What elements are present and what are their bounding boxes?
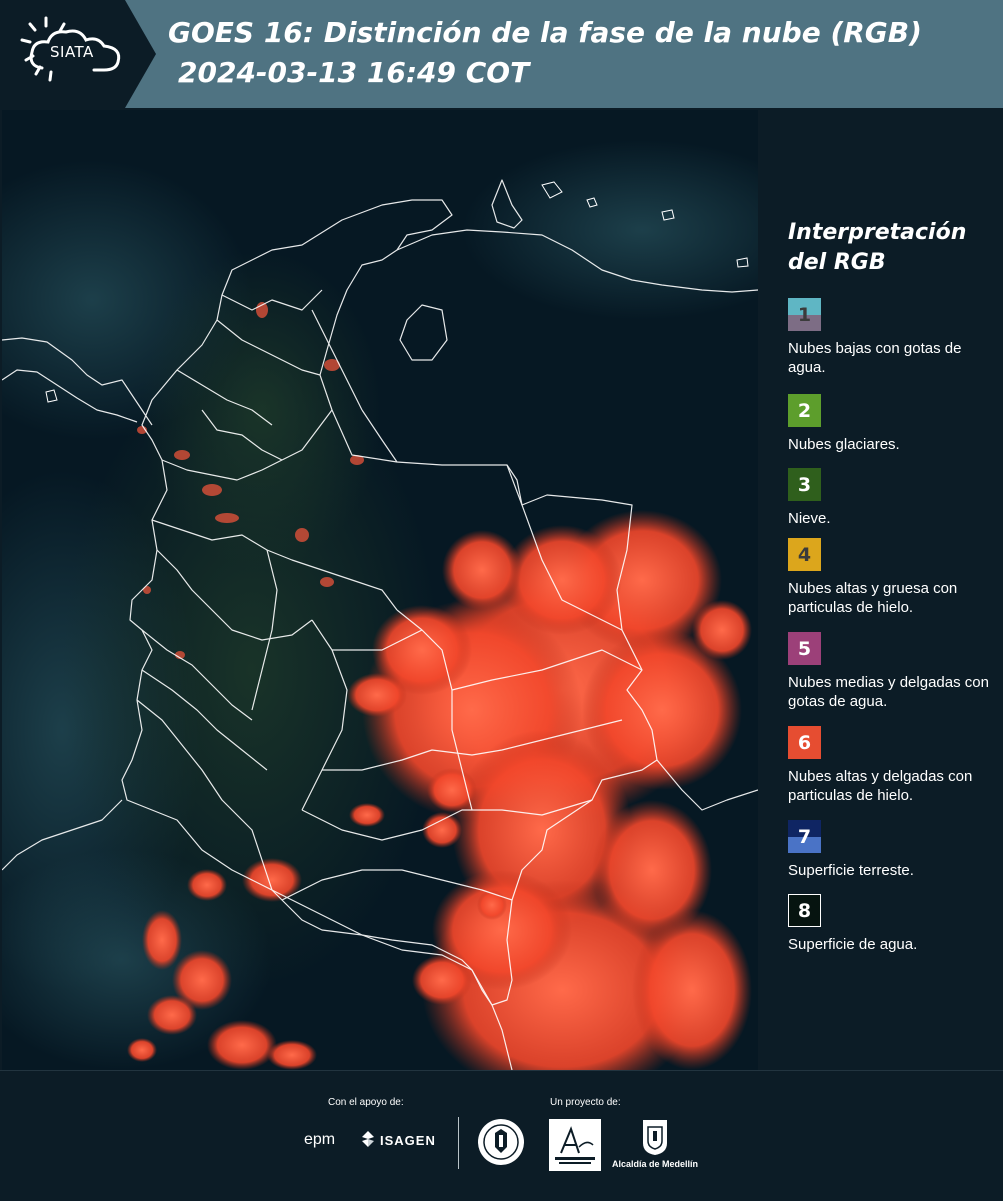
legend-label-1: Nubes bajas con gotas de agua. (788, 340, 962, 376)
legend-number-4: 4 (797, 543, 812, 566)
epm-logo: epm (304, 1131, 336, 1148)
legend-title-line2: del RGB (788, 250, 886, 275)
legend-swatch-4: 4 (788, 538, 821, 571)
page-datetime: 2024-03-13 16:49 COT (178, 56, 530, 89)
legend-label-4: Nubes altas y gruesa con particulas de h… (788, 580, 958, 616)
legend-item-2: 2 Nubes glaciares. (788, 394, 998, 454)
satellite-map (2, 110, 758, 1070)
legend-number-3: 3 (797, 473, 812, 496)
legend-label-5: Nubes medias y delgadas con gotas de agu… (788, 674, 989, 710)
legend-number-6: 6 (797, 731, 812, 754)
legend-label-6: Nubes altas y delgadas con particulas de… (788, 768, 973, 804)
legend-title-line1: Interpretación (788, 220, 967, 245)
legend-label-3: Nieve. (788, 510, 831, 527)
legend-label-8: Superficie de agua. (788, 936, 918, 953)
alcaldia-logo-text: Alcaldía de Medellín (612, 1159, 699, 1169)
legend-swatch-5: 5 (788, 632, 821, 665)
header-bar: SIATA GOES 16: Distinción de la fase de … (0, 0, 1003, 108)
alcaldia-shield-logo (643, 1120, 667, 1155)
legend-item-6: 6 Nubes altas y delgadas con particulas … (788, 726, 998, 805)
legend-title: Interpretación del RGB (788, 218, 988, 278)
legend-label-2: Nubes glaciares. (788, 436, 900, 453)
page-title: GOES 16: Distinción de la fase de la nub… (168, 16, 922, 49)
isagen-logo-icon (362, 1131, 374, 1147)
legend-panel: Interpretación del RGB 1 Nubes bajas con… (770, 110, 1003, 1070)
legend-number-7: 7 (797, 825, 812, 848)
legend-number-8: 8 (797, 899, 812, 922)
legend-label-7: Superficie terreste. (788, 862, 914, 879)
legend-swatch-1: 1 (788, 298, 821, 331)
isagen-logo: ISAGEN (380, 1133, 436, 1148)
legend-item-4: 4 Nubes altas y gruesa con particulas de… (788, 538, 998, 617)
legend-swatch-3: 3 (788, 468, 821, 501)
area-metropolitana-logo (549, 1119, 601, 1171)
legend-swatch-7: 7 (788, 820, 821, 853)
legend-number-5: 5 (797, 637, 812, 660)
legend-item-7: 7 Superficie terreste. (788, 820, 998, 880)
legend-item-5: 5 Nubes medias y delgadas con gotas de a… (788, 632, 998, 711)
legend-swatch-2: 2 (788, 394, 821, 427)
legend-item-3: 3 Nieve. (788, 468, 998, 528)
siata-seal-logo (478, 1119, 524, 1165)
legend-number-2: 2 (797, 399, 812, 422)
legend-swatch-6: 6 (788, 726, 821, 759)
siata-logo-text: SIATA (50, 43, 94, 61)
support-label: Con el apoyo de: (328, 1097, 404, 1108)
siata-logo: SIATA (0, 0, 158, 108)
footer: Con el apoyo de: Un proyecto de: epm ISA… (0, 1070, 1003, 1201)
legend-number-1: 1 (797, 303, 812, 326)
legend-swatch-8: 8 (788, 894, 821, 927)
project-label: Un proyecto de: (550, 1097, 621, 1108)
footer-divider (458, 1117, 459, 1169)
legend-item-1: 1 Nubes bajas con gotas de agua. (788, 298, 998, 377)
legend-item-8: 8 Superficie de agua. (788, 894, 998, 954)
